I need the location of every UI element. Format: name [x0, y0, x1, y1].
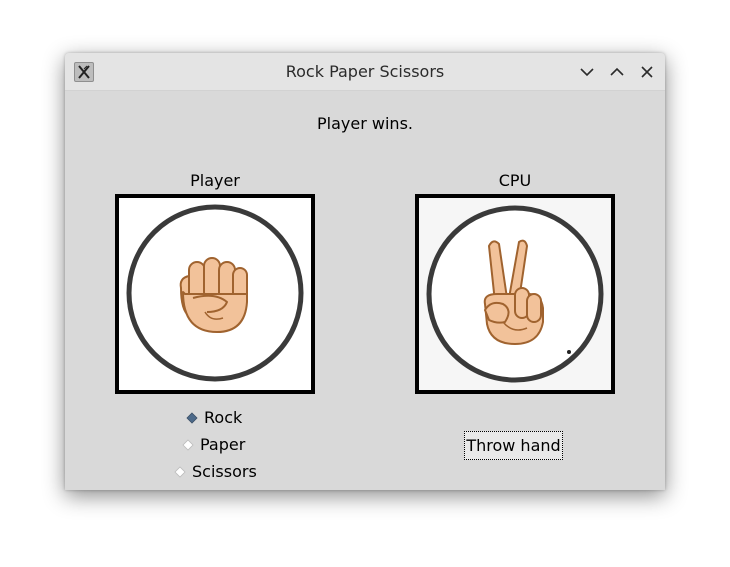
radio-selected-icon: [186, 412, 198, 424]
cpu-label: CPU: [498, 171, 532, 190]
radio-unselected-icon: [182, 439, 194, 451]
close-icon: [641, 66, 653, 78]
cpu-hand-display: [415, 194, 615, 394]
app-window: Rock Paper Scissors Player wins. Player: [65, 53, 665, 490]
paper-label: Paper: [200, 435, 246, 454]
radio-unselected-icon: [174, 466, 186, 478]
window-title: Rock Paper Scissors: [285, 62, 445, 81]
chevron-down-icon: [580, 68, 594, 77]
chevron-up-icon: [610, 67, 624, 76]
fist-rock-icon: [126, 204, 304, 382]
title-bar[interactable]: Rock Paper Scissors: [65, 53, 665, 91]
scissors-label: Scissors: [192, 462, 257, 481]
maximize-button[interactable]: [606, 61, 628, 83]
minimize-button[interactable]: [576, 61, 598, 83]
player-hand-display: [115, 194, 315, 394]
result-status: Player wins.: [317, 114, 413, 133]
close-button[interactable]: [636, 61, 658, 83]
peace-scissors-icon: [426, 205, 604, 383]
player-label: Player: [190, 171, 240, 190]
throw-hand-button[interactable]: Throw hand: [464, 431, 563, 460]
rock-label: Rock: [204, 408, 243, 427]
